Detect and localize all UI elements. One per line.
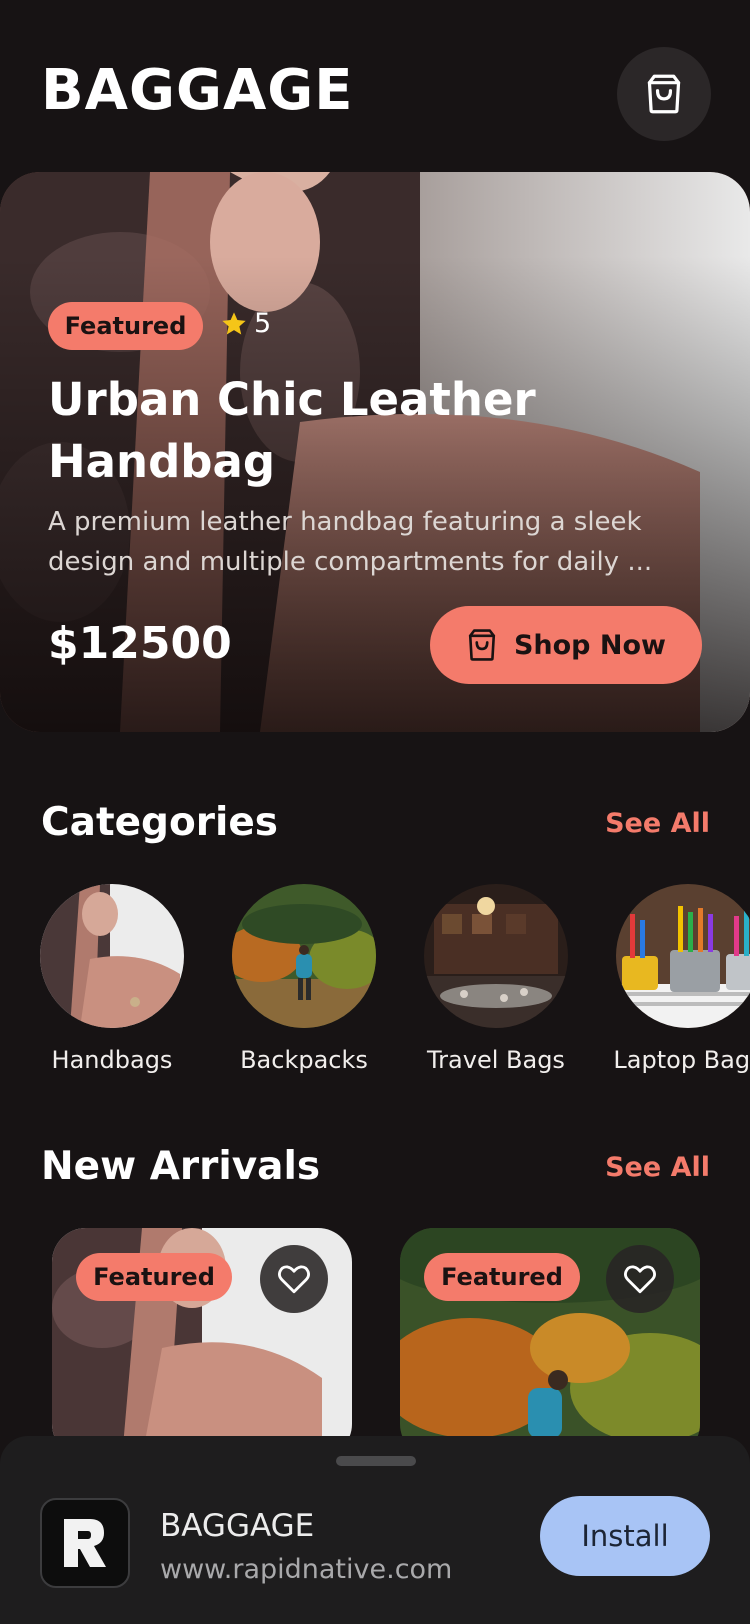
category-item-travel-bags[interactable]: Travel Bags xyxy=(411,884,581,1074)
category-image xyxy=(40,884,184,1028)
featured-product-card[interactable]: Featured 5 Urban Chic Leather Handbag A … xyxy=(0,172,750,732)
featured-badge: Featured xyxy=(76,1253,232,1301)
install-app-name: BAGGAGE xyxy=(160,1508,315,1544)
category-label: Laptop Bags xyxy=(613,1046,750,1074)
categories-see-all-link[interactable]: See All xyxy=(605,808,710,839)
new-arrivals-see-all-link[interactable]: See All xyxy=(605,1152,710,1183)
heart-icon xyxy=(278,1265,310,1294)
favorite-button[interactable] xyxy=(606,1245,674,1313)
shop-now-label: Shop Now xyxy=(513,629,667,661)
product-card[interactable]: Featured xyxy=(52,1228,352,1458)
rapidnative-logo-icon xyxy=(64,1519,106,1567)
app-logo xyxy=(40,1498,130,1588)
product-card[interactable]: Featured xyxy=(400,1228,700,1458)
install-button[interactable]: Install xyxy=(540,1496,710,1576)
cart-button[interactable] xyxy=(617,47,711,141)
product-rating: 5 xyxy=(220,308,271,339)
category-item-handbags[interactable]: Handbags xyxy=(27,884,197,1074)
install-app-sheet: BAGGAGE www.rapidnative.com Install xyxy=(0,1436,750,1624)
category-item-backpacks[interactable]: Backpacks xyxy=(219,884,389,1074)
favorite-button[interactable] xyxy=(260,1245,328,1313)
category-label: Travel Bags xyxy=(427,1046,565,1074)
product-description: A premium leather handbag featuring a sl… xyxy=(48,507,653,577)
shopping-bag-icon xyxy=(647,74,681,114)
product-title: Urban Chic Leather Handbag xyxy=(48,373,536,488)
sheet-drag-handle[interactable] xyxy=(336,1456,416,1466)
featured-badge: Featured xyxy=(48,302,203,350)
shop-now-button[interactable]: Shop Now xyxy=(430,606,702,684)
new-arrivals-heading: New Arrivals xyxy=(41,1144,321,1189)
category-item-laptop-bags[interactable]: Laptop Bags xyxy=(603,884,750,1074)
shopping-bag-icon xyxy=(468,629,496,661)
install-app-url: www.rapidnative.com xyxy=(160,1554,453,1585)
heart-icon xyxy=(624,1265,656,1294)
category-image xyxy=(424,884,568,1028)
rating-value: 5 xyxy=(254,308,272,339)
category-label: Backpacks xyxy=(240,1046,368,1074)
category-label: Handbags xyxy=(51,1046,173,1074)
app-title: BAGGAGE xyxy=(41,58,354,123)
star-icon xyxy=(222,311,246,334)
category-image xyxy=(232,884,376,1028)
featured-badge: Featured xyxy=(424,1253,580,1301)
category-image xyxy=(616,884,750,1028)
categories-heading: Categories xyxy=(41,800,279,845)
product-price: $12500 xyxy=(48,618,232,669)
